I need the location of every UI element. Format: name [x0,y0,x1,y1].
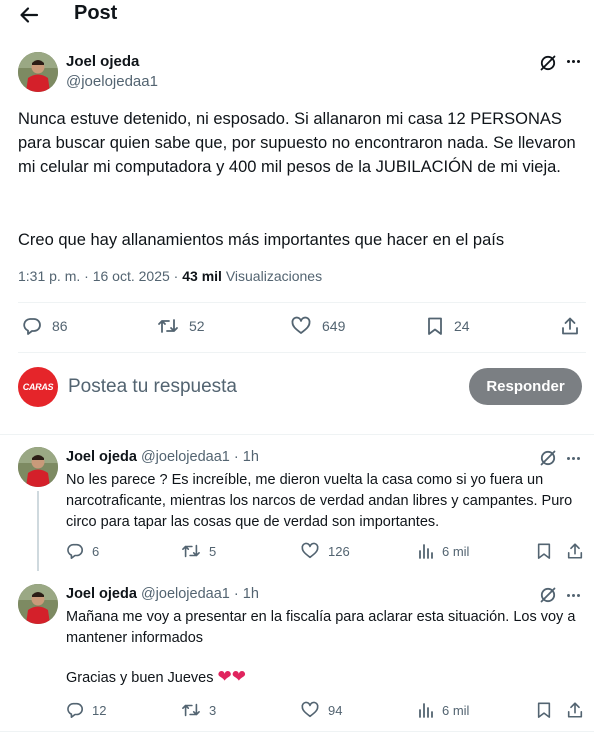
reply-icon [67,702,83,719]
meta-separator: · [233,449,239,465]
reply-count: 6 [92,543,100,559]
bookmark-count: 24 [454,318,470,334]
grok-icon[interactable] [539,586,557,604]
like-count: 126 [328,543,350,559]
divider [0,434,594,435]
reply-time[interactable]: 1h [243,449,259,465]
reply-button[interactable]: 86 [22,316,68,336]
repost-count: 5 [209,543,217,559]
bookmark-icon[interactable] [536,542,552,560]
back-arrow-icon[interactable] [18,4,40,26]
more-options-icon[interactable] [566,457,581,460]
reply-header: Joel ojeda @joelojedaa1 · 1h [66,586,259,602]
post-date[interactable]: 16 oct. 2025 [93,268,170,284]
reply-text: Mañana me voy a presentar en la fiscalía… [66,609,576,646]
repost-icon [158,319,178,333]
heart-icon [291,316,311,334]
views-button[interactable]: 6 mil [418,701,469,719]
reply-text: No les parece ? Es increíble, me dieron … [66,472,573,530]
meta-separator: · [233,586,239,602]
divider [18,302,586,303]
more-options-icon[interactable] [566,594,581,597]
reply-input[interactable]: Postea tu respuesta [68,376,237,398]
meta-separator: · [173,268,179,284]
thread-line [37,491,39,571]
repost-button[interactable]: 52 [157,316,205,336]
post-time[interactable]: 1:31 p. m. [18,268,80,284]
reply-author-name[interactable]: Joel ojeda [66,449,137,465]
reply-icon [23,318,41,335]
reply-button[interactable]: 6 [66,542,99,560]
more-options-icon[interactable] [566,60,581,63]
post-meta: 1:31 p. m. · 16 oct. 2025 · 43 mil Visua… [18,268,322,284]
author-handle[interactable]: @joelojedaa1 [66,73,158,90]
reply-submit-label: Responder [486,378,565,395]
like-count: 649 [322,318,346,334]
views-chart-icon [419,703,433,718]
reply-time[interactable]: 1h [243,586,259,602]
composer-avatar: CARAS [18,367,58,407]
views-count: 6 mil [442,543,470,559]
reply-button[interactable]: 12 [66,701,106,719]
author-name[interactable]: Joel ojeda [66,53,139,70]
views-button[interactable]: 6 mil [418,542,469,560]
like-button[interactable]: 94 [300,701,342,719]
heart-icon [301,701,319,718]
bookmark-icon[interactable] [536,701,552,719]
share-icon[interactable] [566,542,584,560]
reply-closing-text: Gracias y buen Jueves [66,670,214,686]
reply-submit-button[interactable]: Responder [469,368,582,405]
bookmark-icon [428,317,442,335]
repost-button[interactable]: 3 [181,701,216,719]
views-count: 43 mil [182,268,222,284]
reply-input-placeholder: Postea tu respuesta [68,376,237,397]
bookmark-button[interactable]: 24 [426,316,470,336]
like-button[interactable]: 649 [290,316,345,336]
divider [0,731,594,732]
repost-button[interactable]: 5 [181,542,216,560]
caras-logo-text: CARAS [22,382,54,392]
heart-emoji: ❤❤ [217,667,247,686]
heart-icon [301,542,319,559]
repost-icon [182,703,200,717]
repost-icon [182,544,200,558]
like-button[interactable]: 126 [300,542,350,560]
share-icon[interactable] [566,701,584,719]
reply-header: Joel ojeda @joelojedaa1 · 1h [66,449,259,465]
repost-count: 52 [189,318,205,334]
reply-count: 12 [92,702,107,718]
share-icon[interactable] [560,316,580,336]
page-title: Post [74,2,118,24]
views-chart-icon [419,544,433,559]
grok-icon[interactable] [539,54,557,72]
repost-count: 3 [209,702,217,718]
post-text: Nunca estuve detenido, ni esposado. Si a… [18,110,576,176]
reply-count: 86 [52,318,68,334]
views-count: 6 mil [442,702,470,718]
reply-author-handle[interactable]: @joelojedaa1 [141,449,230,465]
reply-author-name[interactable]: Joel ojeda [66,586,137,602]
post-text-paragraph-2: Creo que hay allanamientos más important… [18,231,505,249]
reply-text-closing: Gracias y buen Jueves ❤❤ [66,666,246,689]
reply-author-handle[interactable]: @joelojedaa1 [141,586,230,602]
like-count: 94 [328,702,343,718]
avatar[interactable] [18,447,58,487]
grok-icon[interactable] [539,449,557,467]
views-label: Visualizaciones [225,268,323,284]
meta-separator: · [84,268,89,284]
avatar[interactable] [18,584,58,624]
reply-icon [67,543,83,560]
avatar[interactable] [18,52,58,92]
divider [18,352,586,353]
